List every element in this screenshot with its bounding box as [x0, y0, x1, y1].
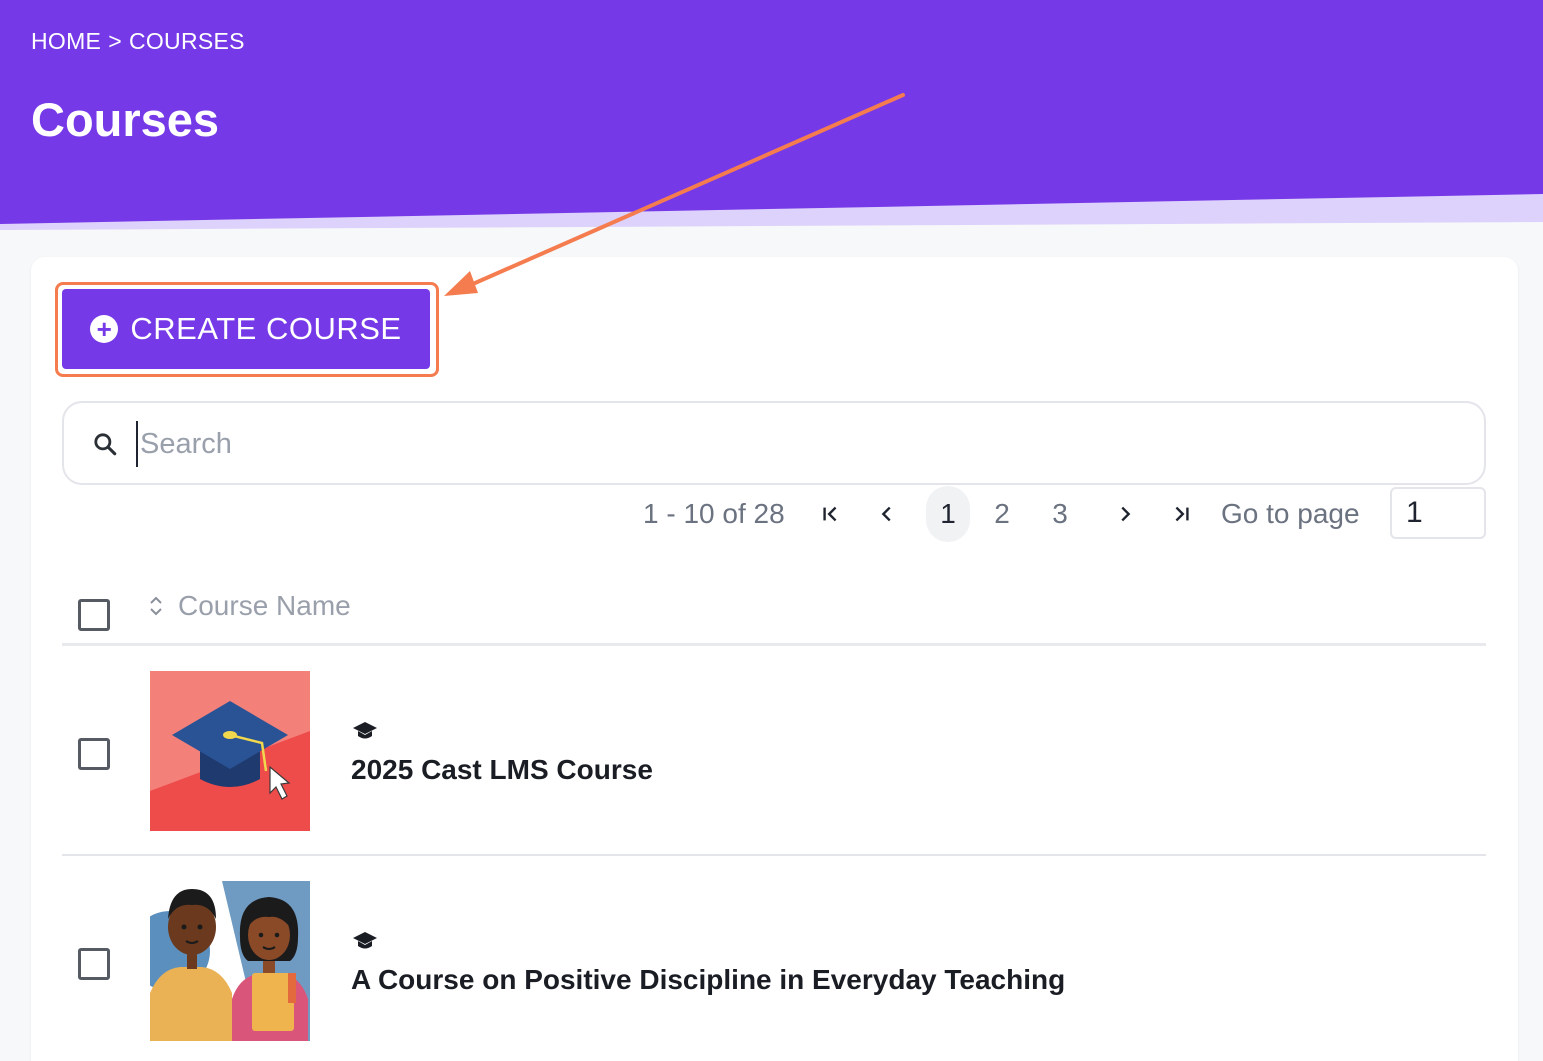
- first-page-button[interactable]: [814, 486, 848, 542]
- create-course-button[interactable]: + CREATE COURSE: [62, 289, 430, 369]
- breadcrumb-separator: >: [108, 28, 122, 54]
- page-button-1[interactable]: 1: [926, 486, 970, 542]
- last-page-button[interactable]: [1164, 486, 1198, 542]
- course-name-link[interactable]: 2025 Cast LMS Course: [351, 754, 653, 786]
- search-icon: [94, 433, 117, 456]
- course-name-link[interactable]: A Course on Positive Discipline in Every…: [351, 964, 1065, 996]
- page-button-3[interactable]: 3: [1040, 486, 1080, 542]
- page-title: Courses: [31, 93, 220, 146]
- table-header: Course Name: [62, 570, 1486, 646]
- goto-page-input[interactable]: [1390, 487, 1486, 539]
- table-row: 2025 Cast LMS Course: [62, 646, 1486, 856]
- create-course-label: CREATE COURSE: [130, 311, 402, 346]
- page-button-2[interactable]: 2: [982, 486, 1022, 542]
- breadcrumb: HOME > COURSES: [31, 28, 245, 55]
- pagination-range: 1 - 10 of 28: [643, 498, 785, 529]
- breadcrumb-home[interactable]: HOME: [31, 28, 101, 55]
- page: HOME >COURSES Courses + CREATE COURSE 1 -…: [0, 0, 1543, 1061]
- goto-page-label: Go to page: [1221, 498, 1360, 529]
- plus-circle-icon: +: [90, 315, 119, 343]
- column-header-course-name[interactable]: Course Name: [178, 590, 351, 622]
- select-all-checkbox[interactable]: [78, 599, 110, 631]
- breadcrumb-current: COURSES: [128, 28, 245, 54]
- prev-page-button[interactable]: [870, 486, 904, 542]
- search-input[interactable]: [136, 421, 1466, 467]
- course-thumbnail[interactable]: [150, 671, 310, 831]
- first-page-icon: [823, 506, 837, 522]
- pagination: 1 - 10 of 28 1 2 3 Go to page: [0, 486, 1543, 542]
- course-thumbnail[interactable]: [150, 881, 310, 1041]
- row-checkbox[interactable]: [78, 948, 110, 980]
- sort-icon[interactable]: [148, 594, 164, 618]
- next-page-button[interactable]: [1108, 486, 1142, 542]
- chevron-right-icon: [1121, 506, 1131, 522]
- search-box: [62, 401, 1486, 485]
- row-checkbox[interactable]: [78, 738, 110, 770]
- table-row: A Course on Positive Discipline in Every…: [62, 858, 1486, 1061]
- graduation-cap-icon: [353, 722, 377, 739]
- last-page-icon: [1175, 506, 1189, 522]
- graduation-cap-icon: [353, 932, 377, 949]
- chevron-left-icon: [881, 506, 891, 522]
